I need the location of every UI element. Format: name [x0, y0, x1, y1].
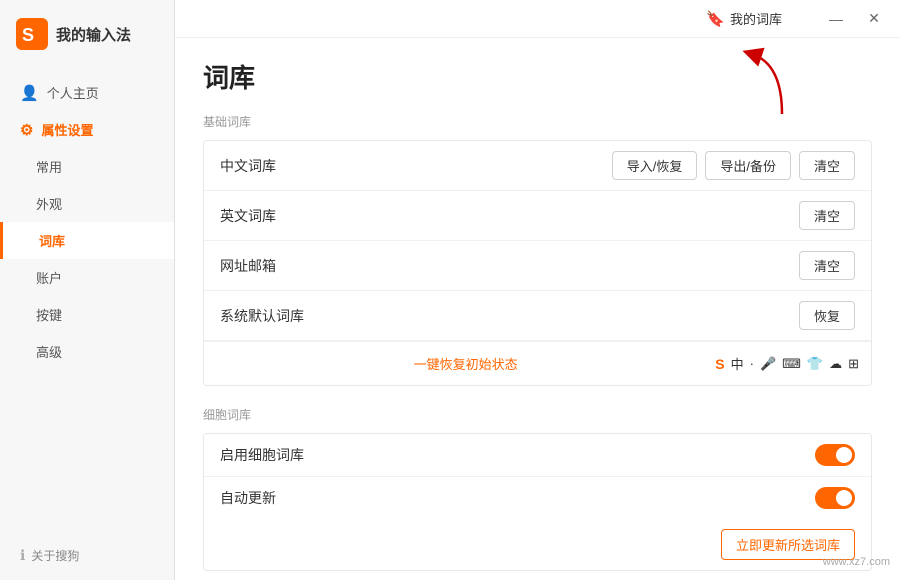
sidebar-about-label: 关于搜狗: [31, 547, 79, 564]
my-words-btn[interactable]: 🔖 我的词库: [706, 9, 782, 28]
sidebar-profile-label: 个人主页: [47, 83, 99, 102]
sidebar-nav: 👤 个人主页 ⚙ 属性设置 常用 外观 词库 账户 按键 高级: [0, 66, 174, 531]
btn-clear-english[interactable]: 清空: [799, 201, 855, 230]
dict-name-chinese: 中文词库: [220, 156, 612, 176]
sidebar-item-common[interactable]: 常用: [0, 148, 174, 185]
keyboard-icon[interactable]: ⌨: [782, 356, 801, 372]
dict-row-system: 系统默认词库 恢复: [204, 291, 871, 341]
btn-clear-url[interactable]: 清空: [799, 251, 855, 280]
sidebar-common-label: 常用: [36, 157, 62, 176]
bookmark-icon: 🔖: [706, 10, 725, 28]
titlebar: 🔖 我的词库 — ✕: [175, 0, 900, 38]
toggle-autoupdate[interactable]: [815, 487, 855, 509]
restore-link-text[interactable]: 一键恢复初始状态: [216, 354, 715, 373]
toolbar-icons: S 中 · 🎤 ⌨ 👕 ☁ ⊞: [715, 354, 859, 373]
page-title: 词库: [203, 58, 872, 95]
minimize-icon: —: [829, 11, 843, 27]
dict-row-url: 网址邮箱 清空: [204, 241, 871, 291]
grid-icon[interactable]: ⊞: [848, 356, 859, 372]
btn-clear-chinese[interactable]: 清空: [799, 151, 855, 180]
toggle-label-autoupdate: 自动更新: [220, 488, 815, 508]
minimize-button[interactable]: —: [822, 5, 850, 33]
main-panel: 🔖 我的词库 — ✕ 词库 基础词库 中文词库: [175, 0, 900, 580]
dict-actions-url: 清空: [799, 251, 855, 280]
sidebar-item-profile[interactable]: 👤 个人主页: [0, 74, 174, 111]
sidebar: S 我的输入法 👤 个人主页 ⚙ 属性设置 常用 外观 词库 账户 按键 高级: [0, 0, 175, 580]
dict-row-chinese: 中文词库 导入/恢复 导出/备份 清空: [204, 141, 871, 191]
basic-dict-table: 中文词库 导入/恢复 导出/备份 清空 英文词库 清空 网址邮箱 清空: [203, 140, 872, 386]
toggle-label-enable: 启用细胞词库: [220, 445, 815, 465]
svg-text:S: S: [22, 25, 34, 45]
sidebar-item-account[interactable]: 账户: [0, 259, 174, 296]
cell-section-label: 细胞词库: [203, 406, 872, 423]
dict-actions-system: 恢复: [799, 301, 855, 330]
btn-restore-system[interactable]: 恢复: [799, 301, 855, 330]
sidebar-appearance-label: 外观: [36, 194, 62, 213]
basic-section-label: 基础词库: [203, 113, 872, 130]
toggle-row-autoupdate: 自动更新: [204, 477, 871, 519]
sogou-s-icon: S: [715, 356, 724, 372]
sidebar-item-appearance[interactable]: 外观: [0, 185, 174, 222]
close-icon: ✕: [868, 10, 880, 27]
toggle-enable[interactable]: [815, 444, 855, 466]
toggle-row-enable: 启用细胞词库: [204, 434, 871, 477]
mic-icon[interactable]: 🎤: [760, 356, 776, 372]
update-selected-btn[interactable]: 立即更新所选词库: [721, 529, 855, 560]
chinese-icon[interactable]: 中: [731, 354, 744, 373]
sidebar-item-keys[interactable]: 按键: [0, 296, 174, 333]
dot-icon[interactable]: ·: [750, 356, 754, 371]
shirt-icon[interactable]: 👕: [807, 356, 823, 372]
sidebar-item-settings-parent[interactable]: ⚙ 属性设置: [0, 111, 174, 148]
sidebar-item-dict[interactable]: 词库: [0, 222, 174, 259]
close-button[interactable]: ✕: [860, 5, 888, 33]
settings-icon: ⚙: [20, 121, 33, 139]
sidebar-advanced-label: 高级: [36, 342, 62, 361]
cloud-icon[interactable]: ☁: [829, 356, 842, 372]
sidebar-about[interactable]: ℹ 关于搜狗: [0, 531, 174, 580]
dict-name-system: 系统默认词库: [220, 306, 799, 326]
btn-import-restore-chinese[interactable]: 导入/恢复: [612, 151, 698, 180]
restore-row: 一键恢复初始状态 S 中 · 🎤 ⌨ 👕 ☁ ⊞: [204, 341, 871, 385]
dict-actions-chinese: 导入/恢复 导出/备份 清空: [612, 151, 855, 180]
dict-actions-english: 清空: [799, 201, 855, 230]
sidebar-dict-label: 词库: [39, 231, 65, 250]
app-name: 我的输入法: [56, 24, 131, 45]
cell-dict-box: 启用细胞词库 自动更新 立即更新所选词库: [203, 433, 872, 571]
logo-icon: S: [16, 18, 48, 50]
dict-row-english: 英文词库 清空: [204, 191, 871, 241]
content-area: 词库 基础词库 中文词库 导入/恢复 导出/备份 清空 英文词库 清空: [175, 38, 900, 580]
person-icon: 👤: [20, 84, 39, 102]
sidebar-keys-label: 按键: [36, 305, 62, 324]
dict-name-url: 网址邮箱: [220, 256, 799, 276]
dict-name-english: 英文词库: [220, 206, 799, 226]
btn-export-backup-chinese[interactable]: 导出/备份: [705, 151, 791, 180]
app-logo: S 我的输入法: [0, 0, 174, 66]
sidebar-item-advanced[interactable]: 高级: [0, 333, 174, 370]
update-btn-row: 立即更新所选词库: [204, 519, 871, 570]
info-icon: ℹ: [20, 547, 25, 564]
sidebar-account-label: 账户: [36, 268, 62, 287]
sidebar-settings-label: 属性设置: [41, 120, 93, 139]
mywords-label: 我的词库: [730, 9, 782, 28]
